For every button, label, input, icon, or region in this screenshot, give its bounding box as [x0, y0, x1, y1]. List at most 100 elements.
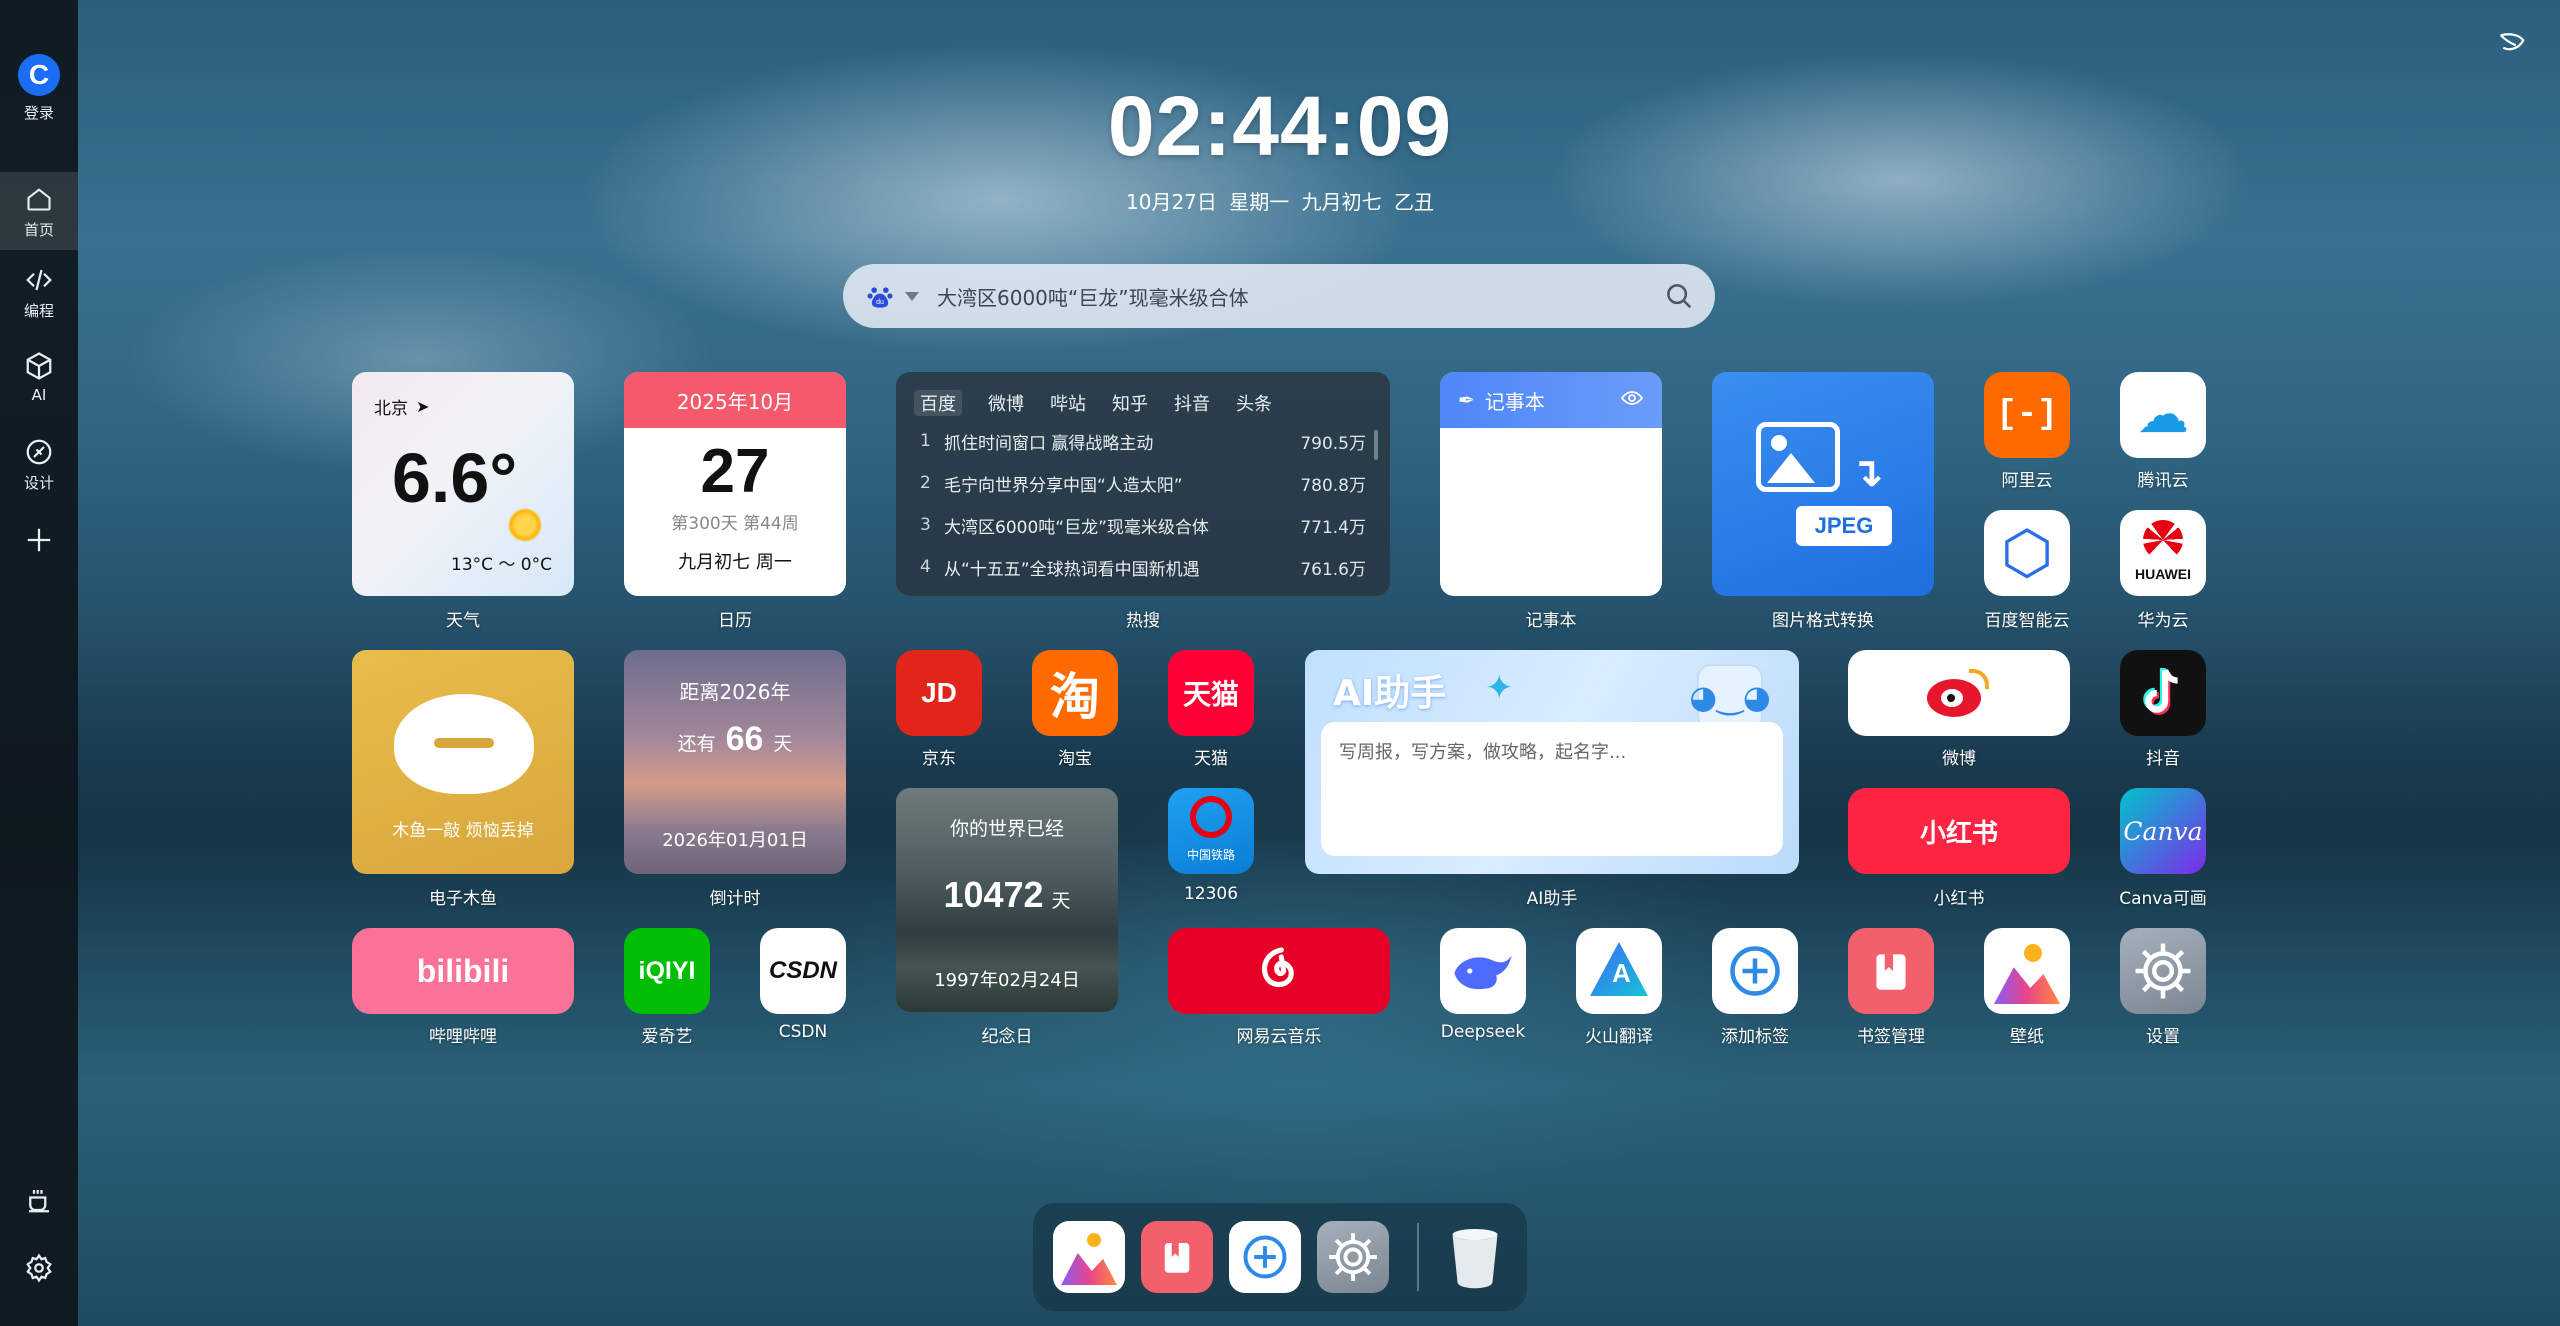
add-bookmark-app[interactable] [1712, 928, 1798, 1014]
volcano-translate-app[interactable]: A [1576, 928, 1662, 1014]
weather-widget[interactable]: 北京 ➤ 6.6° 13°C ～ 0°C [352, 372, 574, 596]
ai-assistant-label: AI助手 [1526, 889, 1578, 909]
sidebar: C 登录 首页 编程 AI 设计 [0, 0, 78, 1326]
gear-icon [1329, 1233, 1377, 1281]
tencent-cloud-label: 腾讯云 [2137, 471, 2189, 491]
memorial-unit: 天 [1051, 890, 1071, 912]
search-icon[interactable] [1661, 278, 1697, 314]
jd-app[interactable]: JD [896, 650, 982, 736]
coffee-icon [23, 1184, 55, 1216]
sidebar-item-code[interactable]: 编程 [0, 264, 78, 321]
settings-app[interactable] [2120, 928, 2206, 1014]
ai-assistant-widget[interactable]: AI助手 ✦ ◕‿◕ 写周报，写方案，做攻略，起名字... [1305, 650, 1799, 874]
gear-icon [2135, 943, 2191, 999]
taobao-app[interactable]: 淘 [1032, 650, 1118, 736]
douyin-app[interactable] [2120, 650, 2206, 736]
memorial-title: 你的世界已经 [949, 818, 1064, 840]
hot-item[interactable]: 4 从“十五五”全球热词看中国新机遇 761.6万 [896, 546, 1390, 588]
hot-rank: 3 [920, 515, 931, 535]
tmall-app[interactable]: 天猫 [1168, 650, 1254, 736]
railway-logo-icon [1190, 796, 1232, 838]
leaf-icon[interactable] [2494, 26, 2530, 62]
railway-label: 12306 [1183, 884, 1239, 904]
eye-icon[interactable] [1620, 386, 1644, 415]
tab-zhihu[interactable]: 知乎 [1112, 390, 1148, 416]
douyin-icon [2143, 667, 2178, 715]
bilibili-app[interactable]: bilibili [352, 928, 574, 1014]
coffee-button[interactable] [0, 1184, 78, 1220]
wallpaper-icon [2024, 944, 2042, 962]
weibo-icon [1927, 669, 1991, 717]
memorial-date: 1997年02月24日 [934, 970, 1080, 991]
tab-weibo[interactable]: 微博 [988, 390, 1024, 416]
iqiyi-app[interactable]: iQIYI [624, 928, 710, 1014]
hot-title: 抓住时间窗口 赢得战略主动 [944, 433, 1154, 454]
xiaohongshu-app[interactable]: 小红书 [1848, 788, 2070, 874]
tencent-cloud-app[interactable]: ☁ [2120, 372, 2206, 458]
gear-icon [23, 1252, 55, 1284]
trash-icon [1452, 1229, 1498, 1289]
notepad-widget[interactable]: ✒ 记事本 [1440, 372, 1662, 596]
canva-label: Canva可画 [2119, 889, 2207, 909]
dock [1033, 1203, 1527, 1311]
wallpaper-icon [1087, 1233, 1101, 1247]
calendar-lunar: 九月初七 周一 [678, 552, 792, 573]
baidu-icon[interactable]: du [863, 279, 897, 313]
clock-time: 02:44:09 [1107, 79, 1453, 173]
wallpaper-app[interactable] [1984, 928, 2070, 1014]
deepseek-app[interactable] [1440, 928, 1526, 1014]
design-icon [23, 436, 55, 468]
bookmark-manager-app[interactable] [1848, 928, 1934, 1014]
add-category-button[interactable] [0, 524, 78, 560]
tab-bilibili[interactable]: 哔站 [1050, 390, 1086, 416]
sidebar-item-home[interactable]: 首页 [0, 172, 78, 250]
railway-12306-app[interactable]: 中国铁路 [1168, 788, 1254, 874]
weibo-app[interactable] [1848, 650, 2070, 736]
dock-divider [1417, 1223, 1419, 1291]
hot-item[interactable]: 1 抓住时间窗口 赢得战略主动 790.5万 [896, 420, 1390, 462]
home-icon [23, 183, 55, 215]
csdn-app[interactable]: CSDN [760, 928, 846, 1014]
aliyun-app[interactable]: [-] [1984, 372, 2070, 458]
settings-label: 设置 [2146, 1027, 2180, 1047]
hot-rank: 4 [920, 557, 931, 577]
countdown-widget[interactable]: 距离2026年 还有 66 天 2026年01月01日 [624, 650, 846, 874]
dock-wallpaper-app[interactable] [1053, 1221, 1125, 1293]
settings-button[interactable] [0, 1252, 78, 1288]
dock-bookmark-manager-app[interactable] [1141, 1221, 1213, 1293]
scrollbar[interactable] [1374, 430, 1378, 460]
calendar-widget[interactable]: 2025年10月 27 第300天 第44周 九月初七 周一 [624, 372, 846, 596]
image-converter-widget[interactable]: ↴ JPEG [1712, 372, 1934, 596]
huawei-flower-icon [2143, 520, 2183, 560]
memorial-days: 10472 [943, 874, 1044, 915]
login-button[interactable]: C 登录 [0, 54, 78, 123]
railway-text: 中国铁路 [1186, 848, 1235, 862]
chevron-down-icon[interactable] [905, 291, 919, 301]
sidebar-item-design[interactable]: 设计 [0, 436, 78, 493]
search-input[interactable]: 大湾区6000吨“巨龙”现毫米级合体 [937, 282, 1661, 311]
tab-douyin[interactable]: 抖音 [1174, 390, 1210, 416]
ai-title: AI助手 [1333, 673, 1447, 714]
netease-music-app[interactable] [1168, 928, 1390, 1014]
dock-settings-app[interactable] [1317, 1221, 1389, 1293]
svg-text:du: du [876, 299, 884, 306]
memorial-widget[interactable]: 你的世界已经 10472 天 1997年02月24日 [896, 788, 1118, 1012]
tmall-label: 天猫 [1194, 749, 1228, 769]
trash-can[interactable] [1439, 1221, 1511, 1293]
add-circle-icon [1243, 1235, 1287, 1279]
weather-temp: 6.6° [392, 439, 518, 517]
baidu-cloud-app[interactable]: ⬡ [1984, 510, 2070, 596]
muyu-widget[interactable]: 木鱼一敲 烦恼丢掉 [352, 650, 574, 874]
dock-add-bookmark-app[interactable] [1229, 1221, 1301, 1293]
search-bar[interactable]: du 大湾区6000吨“巨龙”现毫米级合体 [843, 264, 1715, 328]
ai-prompt-input[interactable]: 写周报，写方案，做攻略，起名字... [1321, 722, 1783, 856]
hot-item[interactable]: 2 毛宁向世界分享中国“人造太阳” 780.8万 [896, 462, 1390, 504]
sidebar-item-ai[interactable]: AI [0, 350, 78, 404]
hot-item[interactable]: 3 大湾区6000吨“巨龙”现毫米级合体 771.4万 [896, 504, 1390, 546]
canva-app[interactable]: Canva [2120, 788, 2206, 874]
tab-baidu[interactable]: 百度 [914, 390, 962, 416]
tab-toutiao[interactable]: 头条 [1236, 390, 1272, 416]
hot-value: 790.5万 [1300, 433, 1366, 454]
huawei-cloud-app[interactable]: HUAWEI [2120, 510, 2206, 596]
netease-music-label: 网易云音乐 [1236, 1027, 1322, 1047]
